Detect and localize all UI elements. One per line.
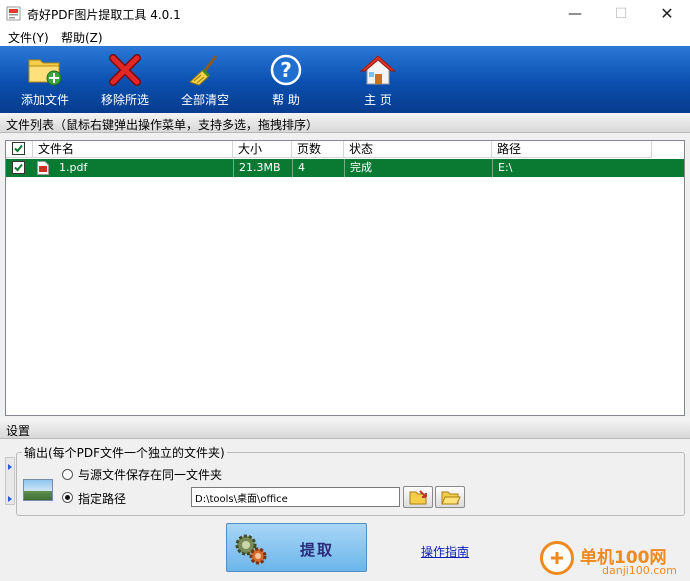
close-button[interactable]: ✕ bbox=[644, 0, 690, 28]
watermark-logo-icon bbox=[540, 541, 574, 575]
cell-status: 完成 bbox=[344, 159, 492, 177]
check-icon bbox=[14, 144, 23, 153]
open-folder-button[interactable] bbox=[435, 486, 465, 508]
open-folder-icon bbox=[441, 491, 461, 505]
menu-file[interactable]: 文件(Y) bbox=[8, 29, 49, 46]
broom-icon bbox=[189, 55, 218, 86]
radio-custom-path[interactable] bbox=[62, 492, 73, 503]
table-row[interactable]: 1.pdf 21.3MB 4 完成 E:\ bbox=[6, 159, 684, 177]
app-icon bbox=[6, 6, 21, 21]
collapse-strip[interactable] bbox=[5, 457, 15, 505]
home-button[interactable]: 主 页 bbox=[350, 46, 406, 113]
select-all-column[interactable] bbox=[6, 141, 33, 158]
cell-path: E:\ bbox=[492, 159, 652, 177]
menu-help[interactable]: 帮助(Z) bbox=[61, 29, 103, 46]
add-folder-icon bbox=[28, 59, 62, 86]
radio-same-folder[interactable] bbox=[62, 469, 73, 480]
column-header-path[interactable]: 路径 bbox=[492, 141, 652, 158]
settings-header: 设置 bbox=[0, 419, 690, 439]
extract-button[interactable]: 提取 bbox=[226, 523, 367, 572]
guide-link[interactable]: 操作指南 bbox=[421, 543, 469, 560]
list-header-row: 文件名 大小 页数 状态 路径 bbox=[6, 141, 652, 158]
folder-arrow-icon bbox=[409, 490, 427, 505]
file-list-hint: （鼠标右键弹出操作菜单，支持多选，拖拽排序） bbox=[54, 118, 319, 132]
menu-bar: 文件(Y) 帮助(Z) bbox=[0, 28, 690, 46]
cell-file-name: 1.pdf bbox=[59, 161, 88, 174]
help-button[interactable]: ? 帮 助 bbox=[258, 46, 314, 113]
column-header-name[interactable]: 文件名 bbox=[33, 141, 233, 158]
toolbar: 添加文件 移除所选 全部清空 ? 帮 助 主 页 bbox=[0, 46, 690, 113]
watermark: 单机100网 danji100.com bbox=[540, 541, 690, 581]
settings-title: 设置 bbox=[6, 424, 31, 438]
radio-custom-path-label[interactable]: 指定路径 bbox=[78, 490, 126, 507]
select-all-checkbox[interactable] bbox=[12, 142, 25, 155]
remove-selected-button[interactable]: 移除所选 bbox=[96, 46, 154, 113]
gears-icon bbox=[235, 534, 267, 565]
arrow-right-icon bbox=[8, 464, 12, 470]
column-header-pages[interactable]: 页数 bbox=[292, 141, 344, 158]
column-header-size[interactable]: 大小 bbox=[233, 141, 292, 158]
cell-pages: 4 bbox=[292, 159, 344, 177]
maximize-button[interactable]: ☐ bbox=[598, 0, 644, 28]
file-list-header: 文件列表（鼠标右键弹出操作菜单，支持多选，拖拽排序） bbox=[0, 113, 690, 133]
arrow-right-icon bbox=[8, 496, 12, 502]
file-list-title: 文件列表 bbox=[6, 118, 55, 132]
cell-size: 21.3MB bbox=[233, 159, 292, 177]
path-input[interactable] bbox=[191, 487, 400, 507]
minimize-button[interactable]: — bbox=[552, 0, 598, 28]
radio-same-folder-label[interactable]: 与源文件保存在同一文件夹 bbox=[78, 466, 222, 483]
watermark-url: danji100.com bbox=[602, 564, 677, 577]
clear-all-button[interactable]: 全部清空 bbox=[176, 46, 234, 113]
add-file-button[interactable]: 添加文件 bbox=[16, 46, 74, 113]
remove-selected-label: 移除所选 bbox=[100, 93, 149, 107]
pdf-file-icon bbox=[37, 161, 49, 175]
home-icon bbox=[360, 55, 396, 85]
delete-x-icon bbox=[109, 54, 141, 86]
help-label: 帮 助 bbox=[272, 93, 300, 107]
title-bar: 奇好PDF图片提取工具 4.0.1 — ☐ ✕ bbox=[0, 0, 690, 28]
file-list[interactable]: 文件名 大小 页数 状态 路径 1.pdf 21.3MB 4 完成 E:\ bbox=[5, 140, 685, 416]
home-label: 主 页 bbox=[364, 93, 392, 107]
output-group-title: 输出(每个PDF文件一个独立的文件夹) bbox=[22, 444, 227, 461]
clear-all-label: 全部清空 bbox=[180, 93, 229, 107]
add-file-label: 添加文件 bbox=[20, 93, 69, 107]
browse-folder-button[interactable] bbox=[403, 486, 433, 508]
extract-label: 提取 bbox=[300, 541, 335, 559]
column-header-status[interactable]: 状态 bbox=[344, 141, 492, 158]
row-checkbox[interactable] bbox=[12, 161, 25, 174]
output-image-icon bbox=[23, 479, 53, 501]
check-icon bbox=[14, 163, 23, 172]
window-title: 奇好PDF图片提取工具 4.0.1 bbox=[27, 8, 181, 22]
svg-text:?: ? bbox=[280, 58, 292, 82]
help-icon: ? bbox=[270, 54, 302, 86]
